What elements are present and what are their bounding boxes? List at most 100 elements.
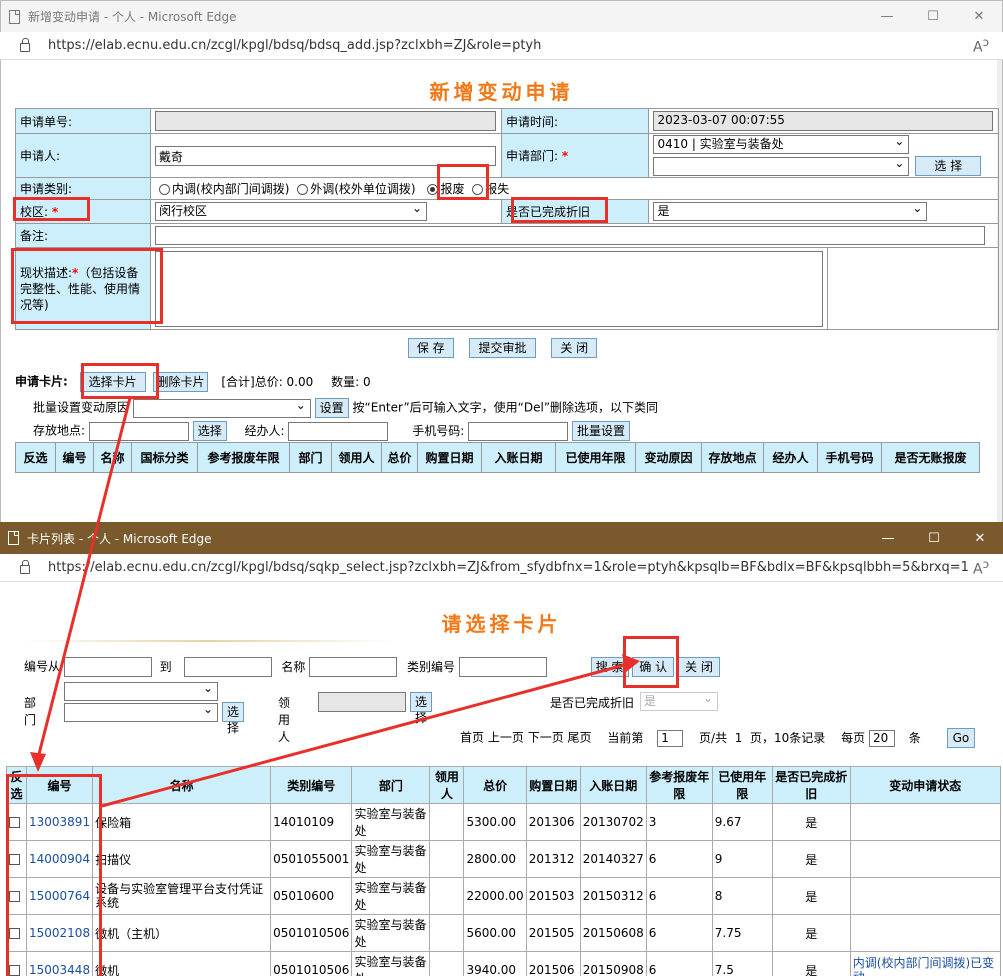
depreciation-filter-select: 是	[640, 690, 718, 711]
close-button[interactable]: 关 闭	[551, 338, 598, 358]
card-price: 2800.00	[463, 840, 527, 878]
card-book-date: 20140327	[579, 840, 647, 878]
minimize-icon[interactable]: —	[864, 9, 910, 24]
dept-second-select[interactable]	[653, 155, 910, 176]
phone-field[interactable]	[468, 421, 569, 441]
col-header[interactable]: 反选	[15, 442, 56, 473]
card-book-date: 20130702	[579, 803, 647, 841]
receiver-input[interactable]	[318, 692, 406, 712]
col-header: 编号	[55, 442, 94, 473]
per-page-unit: 条	[908, 730, 921, 745]
no-to-input[interactable]	[183, 657, 272, 677]
status-desc-textarea[interactable]	[155, 250, 824, 327]
top-url[interactable]: https://elab.ecnu.edu.cn/zcgl/kpgl/bdsq/…	[48, 38, 973, 53]
handler-label: 经办人:	[244, 423, 285, 438]
top-address-bar[interactable]: https://elab.ecnu.edu.cn/zcgl/kpgl/bdsq/…	[0, 32, 1003, 60]
col-header: 已使用年限	[555, 442, 636, 473]
table-row[interactable]: 15003448 微机 0501010506 实验室与装备处 3940.00 2…	[6, 951, 1001, 976]
radio-internal[interactable]	[159, 184, 171, 195]
top-window-title: 新增变动申请 - 个人 - Microsoft Edge	[28, 10, 237, 24]
col-header: 已使用年限	[711, 766, 773, 804]
apply-dept-label: 申请部门:	[506, 149, 559, 163]
card-depreciated: 是	[771, 914, 851, 952]
dept-filter-select-2[interactable]	[64, 701, 218, 722]
minimize-icon[interactable]: —	[865, 531, 911, 546]
col-header: 部门	[289, 442, 332, 473]
col-header: 入账日期	[579, 766, 647, 804]
card-buy-date: 201306	[525, 803, 581, 841]
card-status	[849, 877, 1001, 915]
location-label: 存放地点:	[33, 423, 86, 438]
table-row[interactable]: 13003891 保险箱 14010109 实验室与装备处 5300.00 20…	[6, 803, 1001, 841]
depreciation-select[interactable]: 是	[653, 200, 928, 221]
first-page-link[interactable]: 首页	[460, 731, 484, 745]
table-row[interactable]: 14000904 扫描仪 0501055001 实验室与装备处 2800.00 …	[6, 840, 1001, 878]
close-list-button[interactable]: 关 闭	[678, 657, 720, 677]
lock-icon[interactable]	[20, 38, 30, 52]
card-used: 8	[711, 877, 773, 915]
bottom-address-bar[interactable]: https://elab.ecnu.edu.cn/zcgl/kpgl/bdsq/…	[0, 554, 1003, 582]
dept-select-button[interactable]: 选 择	[915, 156, 982, 176]
apply-time-field: 2023-03-07 00:07:55	[653, 111, 994, 131]
card-category: 14010109	[270, 803, 353, 841]
next-page-link[interactable]: 下一页	[528, 731, 564, 745]
table-row[interactable]: 15000764 设备与实验室管理平台支付凭证系统 05010600 实验室与装…	[6, 877, 1001, 915]
batch-reason-select[interactable]	[132, 397, 311, 418]
page-icon	[8, 531, 19, 545]
save-button[interactable]: 保 存	[407, 338, 454, 358]
location-field[interactable]	[88, 421, 189, 441]
apply-time-label: 申请时间:	[501, 108, 650, 134]
bottom-window-title: 卡片列表 - 个人 - Microsoft Edge	[27, 531, 212, 546]
current-page-input[interactable]: 1	[657, 729, 684, 747]
radio-external[interactable]	[297, 184, 309, 195]
card-life: 6	[645, 877, 713, 915]
applicant-field[interactable]: 戴奇	[155, 145, 497, 166]
no-from-label: 编号从	[24, 659, 61, 674]
last-page-link[interactable]: 尾页	[568, 731, 592, 745]
card-book-date: 20150608	[579, 914, 647, 952]
annotation-box	[6, 774, 102, 976]
name-input[interactable]	[309, 657, 398, 677]
col-header: 手机号码	[817, 442, 882, 473]
dept-filter-button[interactable]: 选 择	[222, 702, 245, 735]
card-depreciated: 是	[771, 803, 851, 841]
prev-page-link[interactable]: 上一页	[488, 731, 524, 745]
campus-select[interactable]: 闵行校区	[155, 200, 428, 221]
card-dept: 实验室与装备处	[351, 951, 431, 976]
bottom-url[interactable]: https://elab.ecnu.edu.cn/zcgl/kpgl/bdsq/…	[48, 560, 973, 575]
no-from-input[interactable]	[63, 657, 152, 677]
location-select-button[interactable]: 选择	[192, 421, 227, 441]
total-price: [合计]总价: 0.00	[221, 374, 314, 389]
batch-reason-set-button[interactable]: 设置	[314, 398, 349, 418]
card-buy-date: 201312	[525, 840, 581, 878]
close-icon[interactable]: ✕	[956, 9, 1002, 24]
read-aloud-icon[interactable]: Aↄ	[973, 35, 1003, 56]
dept-filter-select[interactable]	[64, 680, 218, 701]
per-page-input[interactable]: 20	[868, 729, 895, 747]
submit-button[interactable]: 提交审批	[469, 338, 536, 358]
table-row[interactable]: 15002108 微机（主机） 0501010506 实验室与装备处 5600.…	[6, 914, 1001, 952]
go-button[interactable]: Go	[946, 728, 976, 748]
handler-field[interactable]	[288, 421, 389, 441]
category-no-input[interactable]	[458, 657, 547, 677]
dept-label: 部门	[24, 696, 37, 727]
remarks-field[interactable]	[155, 226, 986, 245]
phone-label: 手机号码:	[412, 423, 465, 438]
applicant-label: 申请人:	[14, 133, 152, 178]
read-aloud-icon[interactable]: Aↄ	[973, 557, 1003, 578]
delete-card-button[interactable]: 删除卡片	[153, 372, 208, 392]
batch-set-button[interactable]: 批量设置	[571, 421, 630, 441]
maximize-icon[interactable]: ☐	[910, 9, 956, 24]
maximize-icon[interactable]: ☐	[911, 531, 957, 546]
batch-hint: 按“Enter”后可输入文字，使用“Del”删除选项，以下类同	[352, 400, 659, 415]
top-page-content: 新增变动申请 申请单号: 申请时间: 2023-03-07 00:07:55 申…	[0, 60, 1003, 522]
page-title: 新增变动申请	[429, 80, 574, 104]
card-price: 5300.00	[463, 803, 527, 841]
dept-select[interactable]: 0410 | 实验室与装备处	[653, 133, 910, 154]
lock-icon[interactable]	[20, 560, 30, 574]
close-icon[interactable]: ✕	[957, 531, 1003, 546]
receiver-select-button[interactable]: 选 择	[410, 692, 433, 725]
card-name: 微机	[92, 951, 272, 976]
annotation-box	[437, 164, 489, 200]
col-header: 是否无账报废	[881, 442, 980, 473]
